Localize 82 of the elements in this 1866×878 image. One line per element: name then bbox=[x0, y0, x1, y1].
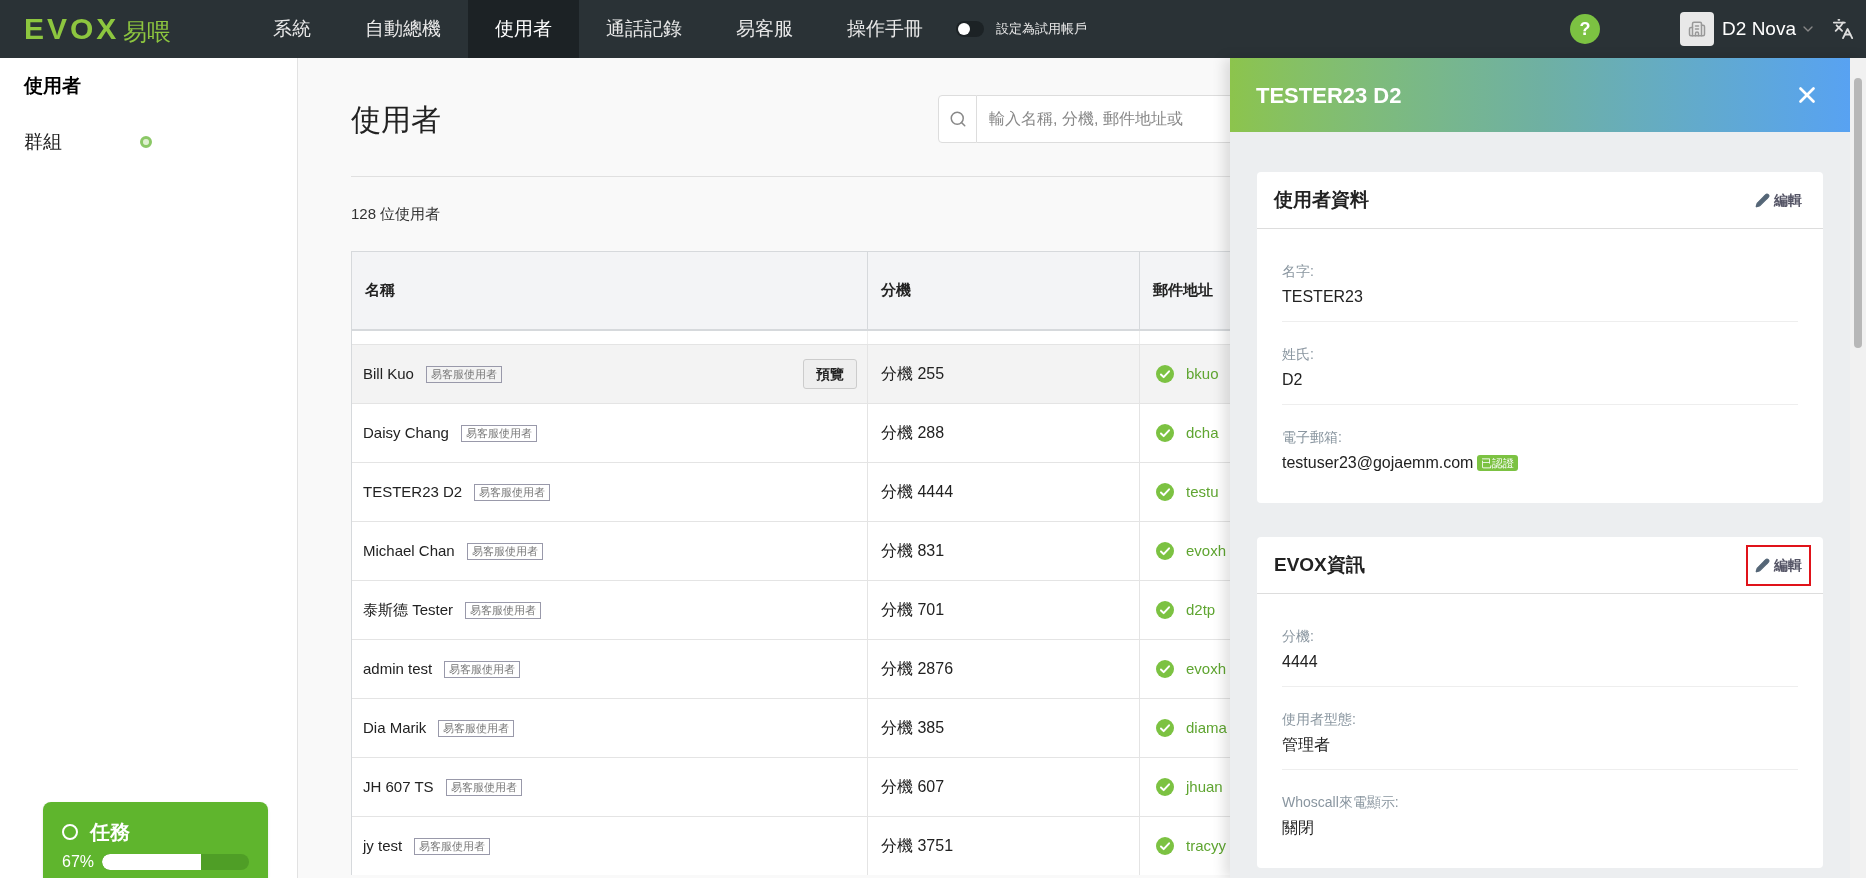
nav-tab[interactable]: 自動總機 bbox=[338, 0, 468, 58]
pencil-icon bbox=[1755, 557, 1770, 573]
extension-text: 分機 2876 bbox=[881, 659, 954, 679]
field-label: 姓氏: bbox=[1282, 345, 1315, 364]
card-title: 使用者資料 bbox=[1274, 187, 1369, 212]
field-label: Whoscall來電顯示: bbox=[1282, 793, 1400, 812]
field-label: 分機: bbox=[1282, 627, 1315, 646]
preview-button[interactable]: 預覽 bbox=[803, 359, 857, 389]
user-name: Michael Chan bbox=[363, 540, 455, 561]
table-row[interactable]: jy test 易客服使用者 分機 3751 tracyy bbox=[352, 816, 1230, 875]
field-value: 管理者 bbox=[1282, 735, 1330, 755]
role-tag: 易客服使用者 bbox=[438, 719, 515, 737]
table-row[interactable]: Dia Marik 易客服使用者 分機 385 diama bbox=[352, 698, 1230, 757]
toggle-label: 設定為試用帳戶 bbox=[996, 20, 1087, 39]
column-header[interactable]: 名稱 bbox=[365, 279, 395, 302]
edit-button[interactable]: 編輯 bbox=[1746, 179, 1811, 221]
user-name: 泰斯德 Tester bbox=[363, 599, 453, 620]
field-value: 關閉 bbox=[1282, 818, 1314, 838]
field-value: 4444 bbox=[1282, 652, 1318, 672]
search-icon[interactable] bbox=[938, 95, 977, 143]
user-name: JH 607 TS bbox=[363, 776, 434, 797]
table-row[interactable]: JH 607 TS 易客服使用者 分機 607 jhuan bbox=[352, 757, 1230, 816]
table-row[interactable]: TESTER23 D2 易客服使用者 分機 4444 testu bbox=[352, 462, 1230, 521]
table-row[interactable]: Michael Chan 易客服使用者 分機 831 evoxh bbox=[352, 521, 1230, 580]
column-header[interactable]: 郵件地址 bbox=[1153, 279, 1213, 302]
role-tag: 易客服使用者 bbox=[474, 483, 551, 501]
extension-text: 分機 607 bbox=[881, 777, 945, 797]
field-value: testuser23@gojaemm.com bbox=[1282, 453, 1474, 473]
user-name: jy test bbox=[363, 835, 403, 856]
table-row[interactable]: Bill Kuo 易客服使用者 預覽 分機 255 bkuo bbox=[352, 344, 1230, 403]
translate-icon[interactable] bbox=[1832, 18, 1854, 40]
sidebar-item[interactable]: 群組 bbox=[24, 127, 140, 157]
panel-title: TESTER23 D2 bbox=[1256, 81, 1402, 110]
user-name: admin test bbox=[363, 658, 433, 679]
progress-reading: 67% bbox=[62, 852, 95, 872]
field-label: 名字: bbox=[1282, 262, 1315, 281]
building-icon[interactable] bbox=[1680, 12, 1715, 46]
pencil-icon bbox=[1755, 192, 1770, 208]
field-value: D2 bbox=[1282, 370, 1303, 390]
toggle-switch[interactable] bbox=[956, 21, 984, 37]
role-tag: 易客服使用者 bbox=[465, 601, 541, 619]
user-name: Dia Marik bbox=[363, 717, 427, 738]
page-title: 使用者 bbox=[351, 101, 441, 138]
user-name: Daisy Chang bbox=[363, 422, 449, 443]
role-tag: 易客服使用者 bbox=[466, 542, 543, 560]
search-field[interactable]: 輸入名稱, 分機, 郵件地址或 bbox=[977, 95, 1230, 143]
logo[interactable]: EVOX bbox=[24, 14, 120, 44]
logo-text: 易喂 bbox=[123, 20, 172, 44]
scrollbar[interactable] bbox=[1850, 58, 1866, 878]
extension-text: 分機 4444 bbox=[881, 482, 954, 502]
extension-text: 分機 701 bbox=[881, 600, 945, 620]
field-label: 使用者型態: bbox=[1282, 710, 1357, 729]
nav-tab[interactable]: 系統 bbox=[246, 0, 338, 58]
role-tag: 易客服使用者 bbox=[460, 424, 537, 442]
field-value: TESTER23 bbox=[1282, 287, 1363, 307]
nav-tab[interactable]: 易客服 bbox=[709, 0, 820, 58]
extension-text: 分機 255 bbox=[881, 364, 945, 384]
field-label: 電子郵箱: bbox=[1282, 428, 1343, 447]
role-tag: 易客服使用者 bbox=[414, 837, 491, 855]
extension-text: 分機 831 bbox=[881, 541, 945, 561]
sidebar-item[interactable]: 使用者 bbox=[24, 71, 140, 101]
user-count: 128 位使用者 bbox=[351, 203, 441, 224]
table-row[interactable]: 泰斯德 Tester 易客服使用者 分機 701 d2tp bbox=[352, 580, 1230, 639]
extension-text: 分機 3751 bbox=[881, 836, 954, 856]
card-title: EVOX資訊 bbox=[1274, 552, 1365, 577]
column-header[interactable]: 分機 bbox=[881, 279, 911, 302]
role-tag: 易客服使用者 bbox=[445, 778, 522, 796]
account-menu[interactable]: D2 Nova bbox=[1722, 14, 1816, 44]
table-row[interactable]: Daisy Chang 易客服使用者 分機 288 dcha bbox=[352, 403, 1230, 462]
user-name: TESTER23 D2 bbox=[363, 481, 463, 502]
extension-text: 分機 288 bbox=[881, 423, 945, 443]
nav-tab[interactable]: 操作手冊 bbox=[820, 0, 950, 58]
user-name: Bill Kuo bbox=[363, 363, 414, 384]
role-tag: 易客服使用者 bbox=[444, 660, 521, 678]
edit-button[interactable]: 編輯 bbox=[1746, 544, 1811, 586]
extension-text: 分機 385 bbox=[881, 718, 945, 738]
table-row[interactable]: admin test 易客服使用者 分機 2876 evoxh bbox=[352, 639, 1230, 698]
role-tag: 易客服使用者 bbox=[425, 365, 502, 383]
nav-tab[interactable]: 使用者 bbox=[468, 0, 579, 58]
verified-badge: 已認證 bbox=[1477, 455, 1519, 471]
task-title: 任務 bbox=[90, 820, 130, 845]
nav-tab[interactable]: 通話記錄 bbox=[579, 0, 709, 58]
